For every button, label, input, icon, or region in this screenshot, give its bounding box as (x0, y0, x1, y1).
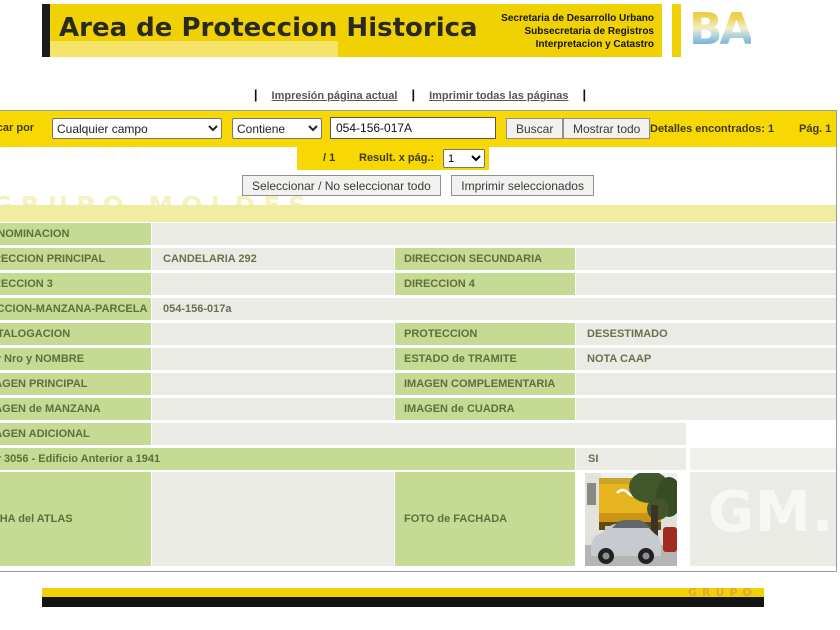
field-label-direccion-principal: DIRECCION PRINCIPAL (0, 248, 151, 270)
mostrar-todo-button[interactable]: Mostrar todo (563, 118, 650, 139)
pale-yellow-band (0, 205, 836, 222)
field-label-imagen-manzana: IMAGEN de MANZANA (0, 398, 151, 420)
field-value (152, 273, 394, 295)
org-line-3: Interpretacion y Catastro (501, 38, 654, 51)
field-value (690, 448, 836, 470)
record-row: CATALOGACION PROTECCION DESESTIMADO (0, 323, 836, 345)
gm-watermark-cell: GM. (690, 472, 836, 566)
field-label-foto-fachada: FOTO de FACHADA (395, 472, 575, 566)
record-row: IMAGEN de MANZANA IMAGEN de CUADRA (0, 398, 836, 420)
field-label-ficha-atlas: FICHA del ATLAS (0, 472, 151, 566)
field-value-direccion-principal: CANDELARIA 292 (152, 248, 394, 270)
content-box: GM. GRUPO MOLDES Buscar por Cualquier ca… (0, 110, 837, 572)
actions-row: Seleccionar / No seleccionar todo Imprim… (0, 175, 836, 196)
field-value (152, 472, 394, 566)
search-band: Buscar por Cualquier campo Contiene Busc… (0, 111, 836, 147)
record-row: IMAGEN ADICIONAL (0, 423, 836, 445)
record-row: DIRECCION 3 DIRECCION 4 (0, 273, 836, 295)
field-value (152, 398, 394, 420)
results-count: Detalles encontrados: 1 (650, 123, 774, 135)
print-links-bar: | Impresión página actual | Imprimir todas … (0, 87, 840, 102)
field-label-estado-tramite: ESTADO de TRAMITE (395, 348, 575, 370)
results-per-page-label: Result. x pág.: (359, 152, 434, 164)
footer-yellow-bar (42, 588, 764, 597)
select-toggle-button[interactable]: Seleccionar / No seleccionar todo (242, 175, 441, 196)
search-input[interactable] (330, 117, 496, 139)
field-label-seccion-manzana-parcela: SECCION-MANZANA-PARCELA (0, 298, 151, 320)
record-row: SECCION-MANZANA-PARCELA 054-156-017a (0, 298, 836, 320)
field-value (576, 373, 836, 395)
search-by-label: Buscar por (0, 122, 34, 134)
field-label-direccion-secundaria: DIRECCION SECUNDARIA (395, 248, 575, 270)
watermark-gm: GM. (708, 480, 834, 545)
results-per-page-select[interactable]: 1 (443, 149, 485, 168)
record-row: Ley 3056 - Edificio Anterior a 1941 SI (0, 448, 836, 470)
field-value (152, 223, 836, 245)
pager-strip: / 1 Result. x pág.: 1 (297, 147, 489, 170)
field-value (152, 348, 394, 370)
logo-separator-bar (672, 4, 681, 57)
field-label-imagen-complementaria: IMAGEN COMPLEMENTARIA (395, 373, 575, 395)
field-value-parcela: 054-156-017a (152, 298, 836, 320)
field-value-ley-3056: SI (576, 448, 686, 470)
print-all-pages-link[interactable]: Imprimir todas las páginas (429, 90, 568, 102)
record-row: DENOMINACION (0, 223, 836, 245)
field-value-proteccion: DESESTIMADO (576, 323, 836, 345)
record-row: IMAGEN PRINCIPAL IMAGEN COMPLEMENTARIA (0, 373, 836, 395)
pipe-separator: | (582, 87, 586, 102)
banner-pale-highlight (50, 41, 338, 57)
page-title: Area de Proteccion Historica (59, 13, 478, 43)
field-label-denominacion: DENOMINACION (0, 223, 151, 245)
field-label-ley-3056: Ley 3056 - Edificio Anterior a 1941 (0, 448, 575, 470)
record-row: Ley Nro y NOMBRE ESTADO de TRAMITE NOTA … (0, 348, 836, 370)
field-value (152, 373, 394, 395)
facade-photo[interactable] (585, 473, 677, 566)
print-current-page-link[interactable]: Impresión página actual (272, 90, 398, 102)
ba-logo-text: BA (689, 4, 751, 55)
pipe-separator: | (411, 87, 415, 102)
field-label-imagen-adicional: IMAGEN ADICIONAL (0, 423, 151, 445)
field-label-imagen-principal: IMAGEN PRINCIPAL (0, 373, 151, 395)
ba-logo: BA (689, 4, 769, 57)
field-value (152, 423, 686, 445)
field-value (576, 273, 836, 295)
footer-black-bar (42, 597, 764, 607)
page-of-label: / 1 (323, 152, 335, 164)
field-value (576, 398, 836, 420)
field-select[interactable]: Cualquier campo (52, 118, 222, 139)
pipe-separator: | (254, 87, 258, 102)
field-label-proteccion: PROTECCION (395, 323, 575, 345)
operator-select[interactable]: Contiene (232, 118, 322, 139)
header-banner: Area de Proteccion Historica Secretaria … (42, 4, 662, 57)
field-label-catalogacion: CATALOGACION (0, 323, 151, 345)
field-label-direccion-4: DIRECCION 4 (395, 273, 575, 295)
banner-black-bar (42, 4, 50, 57)
org-line-1: Secretaria de Desarrollo Urbano (501, 12, 654, 25)
record-row: DIRECCION PRINCIPAL CANDELARIA 292 DIREC… (0, 248, 836, 270)
field-value-estado-tramite: NOTA CAAP (576, 348, 836, 370)
facade-photo-image (585, 473, 677, 566)
org-subtitle: Secretaria de Desarrollo Urbano Subsecre… (501, 12, 654, 51)
buscar-button[interactable]: Buscar (506, 118, 563, 139)
org-line-2: Subsecretaria de Registros (501, 25, 654, 38)
page-indicator: Pág. 1 (799, 123, 831, 135)
field-value (152, 323, 394, 345)
field-value (576, 248, 836, 270)
field-label-ley-nro-nombre: Ley Nro y NOMBRE (0, 348, 151, 370)
field-label-direccion-3: DIRECCION 3 (0, 273, 151, 295)
field-label-imagen-cuadra: IMAGEN de CUADRA (395, 398, 575, 420)
print-selected-button[interactable]: Imprimir seleccionados (451, 175, 594, 196)
